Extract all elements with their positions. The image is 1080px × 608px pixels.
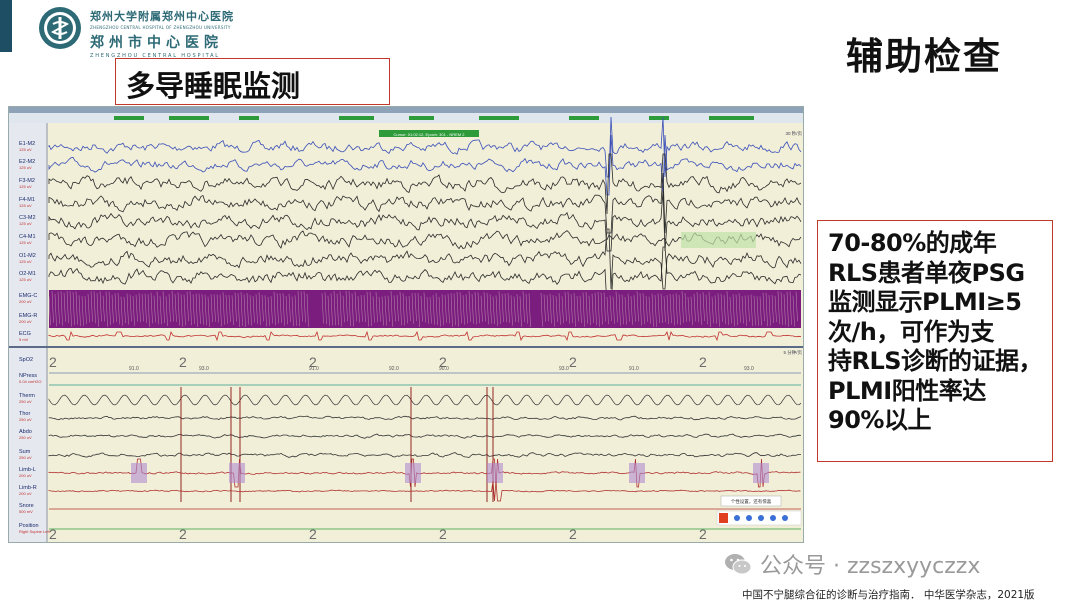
channel-label: SpO2 <box>19 357 33 363</box>
hospital-name-en: ZHENGZHOU CENTRAL HOSPITAL OF ZHENGZHOU … <box>90 25 231 30</box>
spo2-value: 93.0 <box>559 366 569 372</box>
abdo-trace <box>48 433 802 439</box>
channel-scale: 500 mV <box>19 509 33 514</box>
channel-scale: 250 uV <box>19 417 32 422</box>
channel-scale: 200 uV <box>19 299 32 304</box>
channel-scale: 125 uV <box>19 277 32 282</box>
channel-scale: 125 uV <box>19 203 32 208</box>
note-line: 次/h，可作为支 <box>828 317 994 346</box>
channel-scale: 125 uV <box>19 147 32 152</box>
spo2-value: 93.0 <box>199 366 209 372</box>
hospital-logo <box>39 7 81 49</box>
stage-marker: 2 <box>49 526 57 542</box>
watermark-text: 公众号 · zzszxyyczzx <box>760 554 981 579</box>
eeg-trace <box>48 116 802 178</box>
hypnogram-segment <box>709 116 754 120</box>
wechat-icon <box>725 554 752 575</box>
accent-bar <box>0 0 12 52</box>
stage-marker: 2 <box>309 526 317 542</box>
sum-trace <box>48 452 801 459</box>
ecg-trace <box>48 330 802 342</box>
hypnogram-segment <box>479 116 519 120</box>
limb-movement-marker <box>487 463 503 483</box>
stage-marker: 2 <box>699 526 707 542</box>
spo2-value: 91.0 <box>309 366 319 372</box>
hypnogram-segment <box>169 116 209 120</box>
thor-trace <box>48 415 802 421</box>
note-line: 监测显示PLMI≥5 <box>828 288 1022 316</box>
channel-scale: 0.04 cmH2O <box>19 379 41 384</box>
note-line: 持RLS诊断的证据， <box>828 347 1043 375</box>
hypnogram-segment <box>339 116 374 120</box>
hypnogram-segment <box>569 116 599 120</box>
hospital-name-cn: 郑州大学附属郑州中心医院 <box>90 10 234 23</box>
hospital-short-cn: 郑州市中心医院 <box>90 35 223 51</box>
title-bar <box>9 107 803 113</box>
stage-marker: 2 <box>569 526 577 542</box>
channel-scale: 125 uV <box>19 165 32 170</box>
note-line: 70-80%的成年 <box>828 229 997 257</box>
stage-marker: 2 <box>49 354 57 370</box>
channel-scale: 200 uV <box>19 473 32 478</box>
limb-movement-marker <box>753 463 769 483</box>
ime-tool-icon <box>746 515 752 521</box>
note-line: PLMI阳性率达 <box>828 376 986 405</box>
ime-tool-icon <box>782 515 788 521</box>
psg-traces: Cursor: 01:02:12, Epoch: 301 - NREM 2 30 … <box>9 107 803 542</box>
hypnogram-segment <box>409 116 434 120</box>
status-text: Cursor: 01:02:12, Epoch: 301 - NREM 2 <box>394 132 466 137</box>
limb-movement-marker <box>629 463 645 483</box>
spo2-value: 92.0 <box>389 366 399 372</box>
tooltip-text: 个性设置，还有惊喜 <box>731 498 772 505</box>
note-line: 90%以上 <box>828 406 931 434</box>
psg-screenshot: Cursor: 01:02:12, Epoch: 301 - NREM 2 30 … <box>8 106 804 543</box>
hypnogram-segment <box>239 116 259 120</box>
hypnogram-segment <box>114 116 144 120</box>
channel-scale: 200 uV <box>19 491 32 496</box>
citation: 中国不宁腿综合征的诊断与治疗指南． 中华医学杂志，2021版 <box>742 589 1035 601</box>
watermark: 公众号 · zzszxyyczzx <box>724 548 980 580</box>
channel-scale: 5 mV <box>19 337 29 342</box>
channel-scale: 200 uV <box>19 319 32 324</box>
limb-movement-marker <box>131 463 147 483</box>
therm-trace <box>48 394 802 406</box>
stage-marker: 2 <box>699 354 707 370</box>
channel-scale: 250 uV <box>19 435 32 440</box>
channel-scale: 125 uV <box>19 221 32 226</box>
stage-marker: 2 <box>179 526 187 542</box>
ime-tool-icon <box>758 515 764 521</box>
page-scale: 30 秒/页 <box>785 130 802 137</box>
spo2-value: 93.0 <box>744 366 754 372</box>
channel-scale: 125 uV <box>19 240 32 245</box>
page-title: 辅助检查 <box>846 35 1002 78</box>
spo2-value: 91.0 <box>129 366 139 372</box>
limb-movement-marker <box>405 463 421 483</box>
spo2-value: 91.0 <box>629 366 639 372</box>
page-scale: 5 分钟/页 <box>783 349 802 356</box>
highlight-region <box>681 232 756 248</box>
ime-logo-icon <box>719 513 728 523</box>
channel-scale: Right Supine Left <box>19 529 51 534</box>
hypnogram-segment <box>649 116 669 120</box>
ime-tool-icon <box>734 515 740 521</box>
channel-scale: 125 uV <box>19 184 32 189</box>
hospital-name: 郑州大学附属郑州中心医院 ZHENGZHOU CENTRAL HOSPITAL … <box>90 8 240 59</box>
limb-movement-marker <box>229 463 245 483</box>
stage-marker: 2 <box>569 354 577 370</box>
note-box: 70-80%的成年 RLS患者单夜PSG 监测显示PLMI≥5 次/h，可作为支… <box>817 220 1053 462</box>
limb-r-trace <box>48 480 801 502</box>
spo2-value: 90.0 <box>439 366 449 372</box>
channel-scale: 250 uV <box>19 455 32 460</box>
stage-marker: 2 <box>179 354 187 370</box>
stage-marker: 2 <box>439 526 447 542</box>
section-title: 多导睡眠监测 <box>115 58 390 105</box>
channel-scale: 125 uV <box>19 259 32 264</box>
ime-tool-icon <box>770 515 776 521</box>
note-line: RLS患者单夜PSG <box>828 258 1025 287</box>
limb-l-trace <box>48 458 801 488</box>
channel-scale: 250 uV <box>19 399 32 404</box>
